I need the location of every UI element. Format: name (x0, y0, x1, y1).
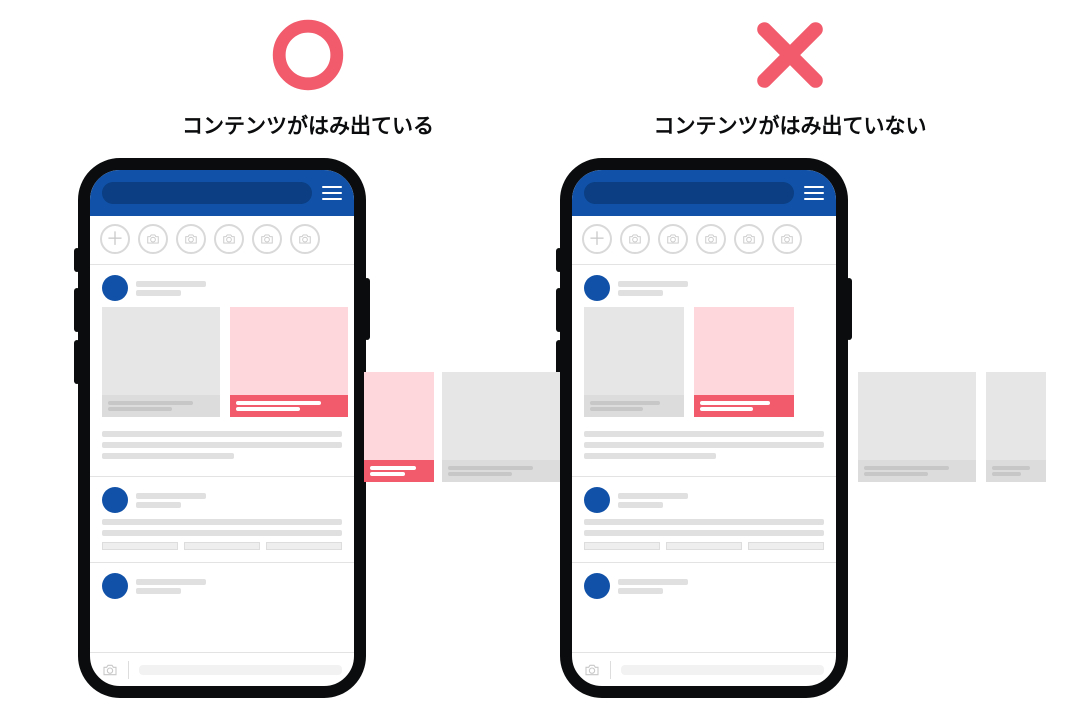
story-camera-icon (214, 224, 244, 254)
mark-row (68, 0, 548, 110)
app-header (572, 170, 836, 216)
compose-bar (572, 652, 836, 686)
avatar (102, 573, 128, 599)
carousel-card-ghost (442, 372, 560, 482)
story-camera-icon (252, 224, 282, 254)
carousel-card (102, 307, 220, 417)
camera-icon (102, 663, 118, 677)
feed-post-1 (572, 265, 836, 477)
post-author (102, 275, 342, 301)
story-camera-icon (290, 224, 320, 254)
carousel-row (584, 307, 824, 425)
overflow-ghost-cards (442, 372, 560, 482)
phone-frame: ＋ (560, 158, 848, 698)
diagram-stage: コンテンツがはみ出ている ＋ (0, 0, 1080, 702)
camera-icon (584, 663, 600, 677)
carousel-card-highlight (694, 307, 794, 417)
example-bad: コンテンツがはみ出ていない ＋ (550, 0, 1030, 698)
caption-good: コンテンツがはみ出ている (68, 110, 548, 140)
example-good: コンテンツがはみ出ている ＋ (68, 0, 548, 698)
post-text (102, 431, 342, 459)
avatar (584, 487, 610, 513)
cross-icon (750, 15, 830, 95)
avatar (102, 275, 128, 301)
story-camera-icon (138, 224, 168, 254)
carousel-card-highlight (230, 307, 348, 417)
search-pill (584, 182, 794, 204)
compose-input-placeholder (621, 665, 824, 675)
menu-icon (322, 186, 342, 200)
feed-post-2 (572, 477, 836, 563)
story-camera-icon (176, 224, 206, 254)
avatar (584, 573, 610, 599)
carousel-card-ghost (858, 372, 976, 482)
overflow-highlight (364, 372, 434, 482)
story-camera-icon (772, 224, 802, 254)
caption-bad: コンテンツがはみ出ていない (550, 110, 1030, 140)
avatar (584, 275, 610, 301)
circle-icon (268, 15, 348, 95)
story-camera-icon (658, 224, 688, 254)
phone-mock-good: ＋ (78, 158, 366, 698)
story-camera-icon (734, 224, 764, 254)
story-camera-icon (620, 224, 650, 254)
carousel-row (102, 307, 342, 425)
phone-mock-bad: ＋ (560, 158, 848, 698)
feed-post-1 (90, 265, 354, 477)
carousel-card-ghost (986, 372, 1046, 482)
story-camera-icon (696, 224, 726, 254)
feed-post-2 (90, 477, 354, 563)
add-story-icon: ＋ (582, 224, 612, 254)
feed-post-3 (572, 563, 836, 617)
add-story-icon: ＋ (100, 224, 130, 254)
stories-row: ＋ (572, 216, 836, 265)
avatar (102, 487, 128, 513)
stories-row: ＋ (90, 216, 354, 265)
compose-bar (90, 652, 354, 686)
reaction-chips (102, 542, 342, 550)
phone-frame: ＋ (78, 158, 366, 698)
menu-icon (804, 186, 824, 200)
app-header (90, 170, 354, 216)
feed-post-3 (90, 563, 354, 617)
compose-input-placeholder (139, 665, 342, 675)
overflow-ghost-cards (858, 372, 1046, 482)
mark-row (550, 0, 1030, 110)
carousel-card (584, 307, 684, 417)
search-pill (102, 182, 312, 204)
